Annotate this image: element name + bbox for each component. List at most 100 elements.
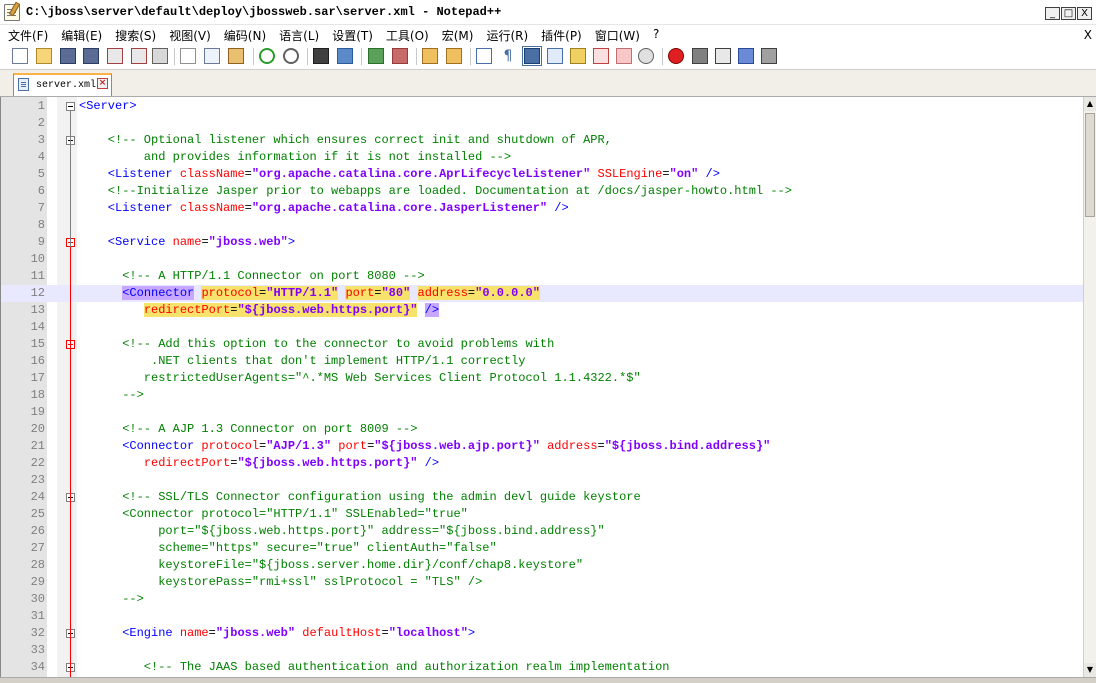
code-text: redirectPort="${jboss.web.https.port}" /…	[79, 302, 440, 319]
scrollbar-thumb[interactable]	[1085, 113, 1095, 217]
save-icon[interactable]	[60, 48, 76, 64]
open-file-icon[interactable]	[36, 48, 52, 64]
record-macro-icon[interactable]	[668, 48, 684, 64]
show-all-chars-icon[interactable]: ¶	[500, 48, 516, 64]
print-icon[interactable]	[152, 48, 168, 64]
code-line[interactable]: 28 keystoreFile="${jboss.server.home.dir…	[1, 557, 1083, 574]
code-line[interactable]: 25 <Connector protocol="HTTP/1.1" SSLEna…	[1, 506, 1083, 523]
fold-toggle-icon[interactable]	[66, 102, 75, 111]
code-line[interactable]: 33	[1, 642, 1083, 659]
menu-item[interactable]: 工具(O)	[386, 27, 429, 44]
monitor-icon[interactable]	[638, 48, 654, 64]
code-line[interactable]: 7 <Listener className="org.apache.catali…	[1, 200, 1083, 217]
code-line[interactable]: 20 <!-- A AJP 1.3 Connector on port 8009…	[1, 421, 1083, 438]
minimize-button[interactable]: _	[1045, 7, 1060, 20]
menu-item[interactable]: 设置(T)	[332, 27, 373, 44]
menu-item[interactable]: 搜索(S)	[115, 27, 156, 44]
line-number: 2	[37, 116, 45, 130]
notepad-plus-plus-icon	[4, 4, 20, 21]
code-line[interactable]: 13 redirectPort="${jboss.web.https.port}…	[1, 302, 1083, 319]
menu-item[interactable]: 视图(V)	[169, 27, 211, 44]
tab-server-xml[interactable]: server.xml ×	[13, 73, 112, 96]
code-line[interactable]: 3 <!-- Optional listener which ensures c…	[1, 132, 1083, 149]
code-line[interactable]: 15 <!-- Add this option to the connector…	[1, 336, 1083, 353]
code-line[interactable]: 11 <!-- A HTTP/1.1 Connector on port 808…	[1, 268, 1083, 285]
code-line[interactable]: 16 .NET clients that don't implement HTT…	[1, 353, 1083, 370]
code-line[interactable]: 26 port="${jboss.web.https.port}" addres…	[1, 523, 1083, 540]
function-list-icon[interactable]	[593, 48, 609, 64]
zoom-in-icon[interactable]	[368, 48, 384, 64]
code-line[interactable]: 12 <Connector protocol="HTTP/1.1" port="…	[1, 285, 1083, 302]
close-all-icon[interactable]	[131, 48, 147, 64]
zoom-out-icon[interactable]	[392, 48, 408, 64]
toolbar-separator	[416, 48, 417, 65]
code-line[interactable]: 29 keystorePass="rmi+ssl" sslProtocol = …	[1, 574, 1083, 591]
document-close-button[interactable]: X	[1084, 28, 1092, 42]
code-line[interactable]: 4 and provides information if it is not …	[1, 149, 1083, 166]
menu-item[interactable]: 编辑(E)	[61, 27, 102, 44]
code-line[interactable]: 22 redirectPort="${jboss.web.https.port}…	[1, 455, 1083, 472]
code-line[interactable]: 2	[1, 115, 1083, 132]
indent-guide-icon[interactable]	[522, 46, 542, 66]
scroll-up-icon[interactable]: ▲	[1084, 97, 1096, 111]
sync-horizontal-icon[interactable]	[446, 48, 462, 64]
folder-workspace-icon[interactable]	[616, 48, 632, 64]
replace-icon[interactable]	[337, 48, 353, 64]
line-number: 23	[30, 473, 45, 487]
code-line[interactable]: 24 <!-- SSL/TLS Connector configuration …	[1, 489, 1083, 506]
menu-item[interactable]: 插件(P)	[541, 27, 582, 44]
code-line[interactable]: 23	[1, 472, 1083, 489]
play-macro-icon[interactable]	[715, 48, 731, 64]
redo-icon[interactable]	[283, 48, 299, 64]
menu-item[interactable]: 运行(R)	[486, 27, 528, 44]
code-line[interactable]: 10	[1, 251, 1083, 268]
code-line[interactable]: 34 <!-- The JAAS based authentication an…	[1, 659, 1083, 676]
tab-close-icon[interactable]: ×	[97, 78, 108, 89]
copy-icon[interactable]	[204, 48, 220, 64]
close-icon[interactable]	[107, 48, 123, 64]
menu-item[interactable]: 文件(F)	[8, 27, 48, 44]
menu-item[interactable]: ?	[653, 27, 659, 44]
code-line[interactable]: 1 <Server>	[1, 98, 1083, 115]
code-line[interactable]: 30 -->	[1, 591, 1083, 608]
code-line[interactable]: 8	[1, 217, 1083, 234]
code-line[interactable]: 19	[1, 404, 1083, 421]
doc-map-icon[interactable]	[570, 48, 586, 64]
menu-item[interactable]: 窗口(W)	[595, 27, 640, 44]
code-token: />	[424, 303, 440, 317]
line-number: 11	[30, 269, 45, 283]
code-line[interactable]: 14	[1, 319, 1083, 336]
save-all-icon[interactable]	[83, 48, 99, 64]
find-icon[interactable]	[313, 48, 329, 64]
scroll-down-icon[interactable]: ▼	[1084, 663, 1096, 677]
menu-item[interactable]: 语言(L)	[279, 27, 319, 44]
code-line[interactable]: 27 scheme="https" secure="true" clientAu…	[1, 540, 1083, 557]
new-file-icon[interactable]	[12, 48, 28, 64]
vertical-scrollbar[interactable]: ▲ ▼	[1083, 97, 1096, 677]
word-wrap-icon[interactable]	[476, 48, 492, 64]
menu-item[interactable]: 宏(M)	[442, 27, 474, 44]
code-line[interactable]: 17 restrictedUserAgents="^.*MS Web Servi…	[1, 370, 1083, 387]
close-button[interactable]: X	[1077, 7, 1092, 20]
sync-vertical-icon[interactable]	[422, 48, 438, 64]
code-line[interactable]: 6 <!--Initialize Jasper prior to webapps…	[1, 183, 1083, 200]
code-line[interactable]: 5 <Listener className="org.apache.catali…	[1, 166, 1083, 183]
run-macro-multiple-icon[interactable]	[738, 48, 754, 64]
code-line[interactable]: 18 -->	[1, 387, 1083, 404]
line-number: 28	[30, 558, 45, 572]
code-line[interactable]: 32 <Engine name="jboss.web" defaultHost=…	[1, 625, 1083, 642]
code-editor[interactable]: 1 <Server> 2 3 <!-- Optional listener which…	[0, 97, 1083, 677]
code-line[interactable]: 31	[1, 608, 1083, 625]
save-macro-icon[interactable]	[761, 48, 777, 64]
undo-icon[interactable]	[259, 48, 275, 64]
stop-record-icon[interactable]	[692, 48, 708, 64]
menu-item[interactable]: 编码(N)	[224, 27, 266, 44]
user-language-icon[interactable]	[547, 48, 563, 64]
code-line[interactable]: 21 <Connector protocol="AJP/1.3" port="$…	[1, 438, 1083, 455]
cut-icon[interactable]	[180, 48, 196, 64]
code-token: "jboss.web"	[208, 235, 288, 249]
maximize-button[interactable]: □	[1061, 7, 1076, 20]
code-line[interactable]: 9 <Service name="jboss.web">	[1, 234, 1083, 251]
paste-icon[interactable]	[228, 48, 244, 64]
